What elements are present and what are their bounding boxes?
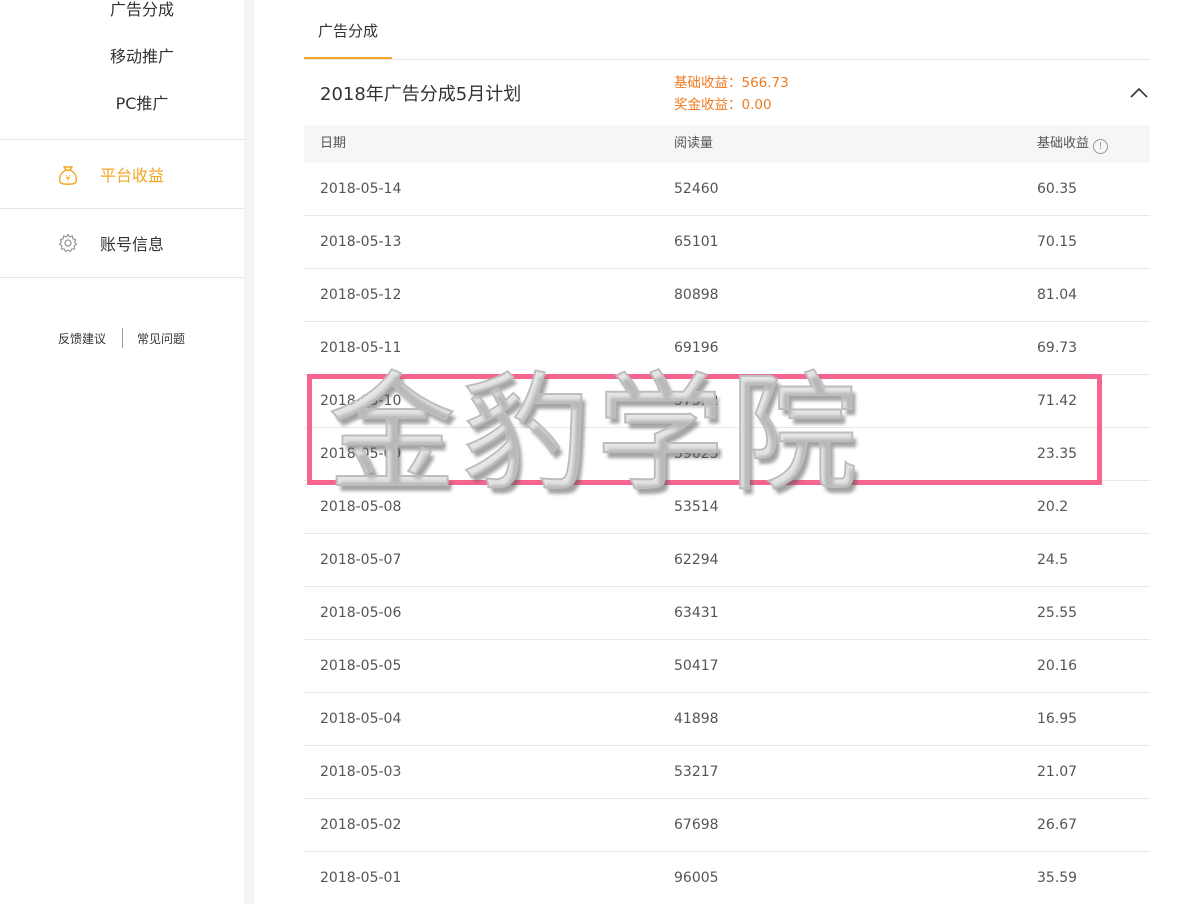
cell-date: 2018-05-04 xyxy=(320,711,402,727)
cell-income: 26.67 xyxy=(1037,817,1078,833)
table-row: 2018-05-12 80898 81.04 xyxy=(304,269,1150,322)
cell-date: 2018-05-02 xyxy=(320,817,402,833)
table-row: 2018-05-13 65101 70.15 xyxy=(304,216,1150,269)
table-row: 2018-05-01 96005 35.59 xyxy=(304,852,1150,905)
table-row: 2018-05-11 69196 69.73 xyxy=(304,322,1150,375)
header-income-label: 基础收益 xyxy=(1037,136,1090,151)
cell-reads: 65101 xyxy=(674,234,719,250)
cell-reads: 53217 xyxy=(674,764,719,780)
sidebar-item-platform-income[interactable]: ¥ 平台收益 xyxy=(0,140,244,208)
cell-date: 2018-05-03 xyxy=(320,764,402,780)
cell-income: 16.95 xyxy=(1037,711,1078,727)
sidebar-footer-links: 反馈建议 常见问题 xyxy=(58,328,185,348)
cell-date: 2018-05-05 xyxy=(320,658,402,674)
table-body: 2018-05-14 52460 60.35 2018-05-13 65101 70.15… xyxy=(304,163,1150,905)
plan-stats: 基础收益：566.73 奖金收益：0.00 xyxy=(674,72,789,116)
sidebar-gutter xyxy=(244,0,254,904)
cell-income: 35.59 xyxy=(1037,870,1078,886)
cell-reads: 80898 xyxy=(674,287,719,303)
cell-reads: 63431 xyxy=(674,605,719,621)
table-row: 2018-05-07 62294 24.5 xyxy=(304,534,1150,587)
sidebar: 广告分成 移动推广 PC推广 ¥ 平台收益 账号信息 反馈建议 常见问题 xyxy=(0,0,244,904)
table-row: 2018-05-09 59023 23.35 xyxy=(304,428,1150,481)
cell-income: 25.55 xyxy=(1037,605,1078,621)
cell-date: 2018-05-10 xyxy=(320,393,402,409)
cell-income: 70.15 xyxy=(1037,234,1078,250)
cell-income: 24.5 xyxy=(1037,552,1069,568)
cell-reads: 50417 xyxy=(674,658,719,674)
cell-reads: 62294 xyxy=(674,552,719,568)
sidebar-subitem-mobile-promo[interactable]: 移动推广 xyxy=(0,33,244,81)
chevron-up-icon xyxy=(1130,87,1148,98)
cell-date: 2018-05-08 xyxy=(320,499,402,515)
header-income: 基础收益! xyxy=(1037,125,1109,163)
cell-date: 2018-05-09 xyxy=(320,446,402,462)
cell-date: 2018-05-11 xyxy=(320,340,402,356)
plan-header: 2018年广告分成5月计划 基础收益：566.73 奖金收益：0.00 xyxy=(304,60,1150,124)
table-row: 2018-05-02 67698 26.67 xyxy=(304,799,1150,852)
sidebar-item-label: 账号信息 xyxy=(100,235,165,254)
header-date: 日期 xyxy=(320,136,347,151)
tab-bar: 广告分成 xyxy=(304,0,1150,60)
cell-date: 2018-05-07 xyxy=(320,552,402,568)
cell-reads: 69196 xyxy=(674,340,719,356)
cell-reads: 52460 xyxy=(674,181,719,197)
money-bag-icon: ¥ xyxy=(58,164,78,185)
cell-date: 2018-05-12 xyxy=(320,287,402,303)
gear-icon xyxy=(58,233,78,253)
main-content: 广告分成 2018年广告分成5月计划 基础收益：566.73 奖金收益：0.00… xyxy=(304,0,1150,904)
cell-date: 2018-05-01 xyxy=(320,870,402,886)
cell-date: 2018-05-14 xyxy=(320,181,402,197)
table-row: 2018-05-04 41898 16.95 xyxy=(304,693,1150,746)
cell-income: 71.42 xyxy=(1037,393,1078,409)
feedback-link[interactable]: 反馈建议 xyxy=(58,330,106,347)
cell-income: 69.73 xyxy=(1037,340,1078,356)
sidebar-subitem-pc-promo[interactable]: PC推广 xyxy=(0,80,244,128)
faq-link[interactable]: 常见问题 xyxy=(137,330,185,347)
bonus-income: 奖金收益：0.00 xyxy=(674,97,772,113)
base-income: 基础收益：566.73 xyxy=(674,75,789,91)
cell-income: 81.04 xyxy=(1037,287,1078,303)
footer-separator xyxy=(122,328,124,348)
cell-income: 60.35 xyxy=(1037,181,1078,197)
cell-income: 23.35 xyxy=(1037,446,1078,462)
cell-reads: 96005 xyxy=(674,870,719,886)
cell-reads: 67698 xyxy=(674,817,719,833)
info-icon[interactable]: ! xyxy=(1093,139,1109,154)
table-row: 2018-05-08 53514 20.2 xyxy=(304,481,1150,534)
cell-reads: 41898 xyxy=(674,711,719,727)
cell-reads: 57512 xyxy=(674,393,719,409)
table-row: 2018-05-05 50417 20.16 xyxy=(304,640,1150,693)
svg-text:¥: ¥ xyxy=(65,174,70,183)
table-header: 日期 阅读量 基础收益! xyxy=(304,125,1150,163)
sidebar-subitem-ad-share[interactable]: 广告分成 xyxy=(0,0,244,34)
table-row: 2018-05-03 53217 21.07 xyxy=(304,746,1150,799)
cell-date: 2018-05-13 xyxy=(320,234,402,250)
cell-income: 20.2 xyxy=(1037,499,1069,515)
cell-date: 2018-05-06 xyxy=(320,605,402,621)
sidebar-item-account-info[interactable]: 账号信息 xyxy=(0,209,244,277)
sidebar-item-label: 平台收益 xyxy=(100,166,165,185)
cell-income: 20.16 xyxy=(1037,658,1078,674)
header-reads: 阅读量 xyxy=(674,136,714,151)
sidebar-divider xyxy=(0,277,244,278)
table-row: 2018-05-06 63431 25.55 xyxy=(304,587,1150,640)
cell-income: 21.07 xyxy=(1037,764,1078,780)
collapse-button[interactable] xyxy=(1128,82,1150,104)
table-row: 2018-05-10 57512 71.42 xyxy=(304,375,1150,428)
cell-reads: 53514 xyxy=(674,499,719,515)
plan-title: 2018年广告分成5月计划 xyxy=(320,84,522,105)
table-row: 2018-05-14 52460 60.35 xyxy=(304,163,1150,216)
tab-ad-share[interactable]: 广告分成 xyxy=(304,0,392,59)
cell-reads: 59023 xyxy=(674,446,719,462)
